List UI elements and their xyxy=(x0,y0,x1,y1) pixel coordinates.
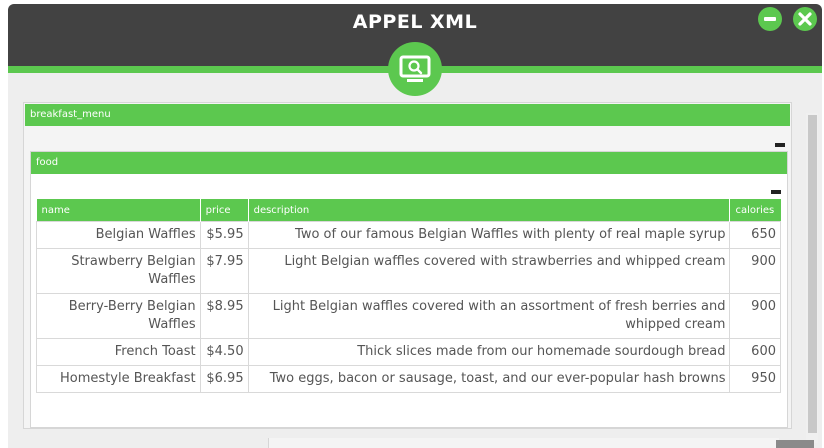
cell-description: Two of our famous Belgian Waffles with p… xyxy=(247,221,731,249)
column-header-price: price xyxy=(200,199,249,222)
table-row: Belgian Waffles $5.95 Two of our famous … xyxy=(36,221,781,249)
column-header-calories: calories xyxy=(729,199,781,222)
table-header-row: name price description calories xyxy=(36,199,781,222)
cell-price: $7.95 xyxy=(199,248,249,294)
cell-calories: 900 xyxy=(729,293,781,339)
window-title: APPEL XML xyxy=(352,11,478,33)
cell-calories: 650 xyxy=(729,221,781,249)
underlying-scrollbar xyxy=(776,440,814,448)
cell-description: Thick slices made from our homemade sour… xyxy=(247,338,731,366)
cell-price: $5.95 xyxy=(199,221,249,249)
cell-name: Strawberry Belgian Waffles xyxy=(36,248,201,294)
cell-calories: 950 xyxy=(729,365,781,393)
cell-description: Light Belgian waffles covered with straw… xyxy=(247,248,731,294)
close-icon xyxy=(798,12,812,26)
cell-price: $6.95 xyxy=(199,365,249,393)
cell-description: Two eggs, bacon or sausage, toast, and o… xyxy=(247,365,731,393)
cell-price: $4.50 xyxy=(199,338,249,366)
cell-name: French Toast xyxy=(36,338,201,366)
food-header[interactable]: food xyxy=(31,152,787,174)
breakfast-menu-header[interactable]: breakfast_menu xyxy=(25,104,790,126)
breakfast-menu-panel: breakfast_menu food name price descripti… xyxy=(23,102,792,429)
table-row: Homestyle Breakfast $6.95 Two eggs, baco… xyxy=(36,365,781,393)
cell-description: Light Belgian waffles covered with an as… xyxy=(247,293,731,339)
cell-name: Belgian Waffles xyxy=(36,221,201,249)
minus-icon xyxy=(764,17,776,21)
food-panel: food name price description calories Bel… xyxy=(30,151,788,428)
collapse-breakfast-menu-button[interactable] xyxy=(775,143,785,147)
cell-price: $8.95 xyxy=(199,293,249,339)
cell-name: Berry-Berry Belgian Waffles xyxy=(36,293,201,339)
table-row: Strawberry Belgian Waffles $7.95 Light B… xyxy=(36,248,781,294)
table-row: Berry-Berry Belgian Waffles $8.95 Light … xyxy=(36,293,781,339)
app-window: APPEL XML breakfast_menu food name price… xyxy=(8,4,822,448)
table-row: French Toast $4.50 Thick slices made fro… xyxy=(36,338,781,366)
cell-name: Homestyle Breakfast xyxy=(36,365,201,393)
cell-calories: 600 xyxy=(729,338,781,366)
scrollbar-thumb[interactable] xyxy=(808,115,817,433)
collapse-food-button[interactable] xyxy=(771,190,781,194)
underlying-window-edge xyxy=(268,438,779,448)
monitor-search-icon xyxy=(399,55,431,82)
minimize-button[interactable] xyxy=(758,7,782,31)
column-header-description: description xyxy=(248,199,731,222)
food-table: name price description calories Belgian … xyxy=(36,199,781,393)
close-button[interactable] xyxy=(793,7,817,31)
column-header-name: name xyxy=(36,199,201,222)
monitor-badge xyxy=(388,42,442,96)
cell-calories: 900 xyxy=(729,248,781,294)
